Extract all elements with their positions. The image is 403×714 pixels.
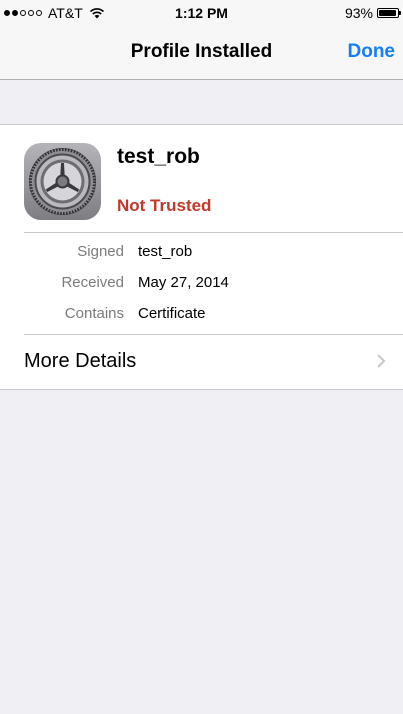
gear-graphic <box>29 148 96 215</box>
profile-card: test_rob Not Trusted Signed test_rob Rec… <box>0 124 403 390</box>
detail-value: test_rob <box>138 243 193 260</box>
battery-percentage: 93% <box>344 5 373 21</box>
battery-fill <box>379 10 396 16</box>
detail-label: Signed <box>77 243 124 260</box>
trust-status: Not Trusted <box>117 196 212 215</box>
navigation-bar: Profile Installed Done <box>0 26 403 80</box>
detail-value: May 27, 2014 <box>138 274 229 291</box>
settings-gear-icon <box>24 143 101 220</box>
status-right: 93% <box>344 5 401 21</box>
done-button[interactable]: Done <box>348 41 396 63</box>
detail-label: Contains <box>64 305 124 322</box>
more-details-row[interactable]: More Details <box>0 335 403 389</box>
page-title: Profile Installed <box>130 41 273 62</box>
detail-value: Certificate <box>138 305 206 322</box>
status-bar: AT&T 1:12 PM 93% <box>0 0 403 26</box>
battery-icon <box>377 8 401 18</box>
chevron-right-icon <box>377 354 386 368</box>
profile-name: test_rob <box>117 145 200 168</box>
divider <box>24 232 403 233</box>
detail-label: Received <box>61 274 124 291</box>
status-time: 1:12 PM <box>175 5 228 21</box>
more-details-label: More Details <box>24 350 137 372</box>
